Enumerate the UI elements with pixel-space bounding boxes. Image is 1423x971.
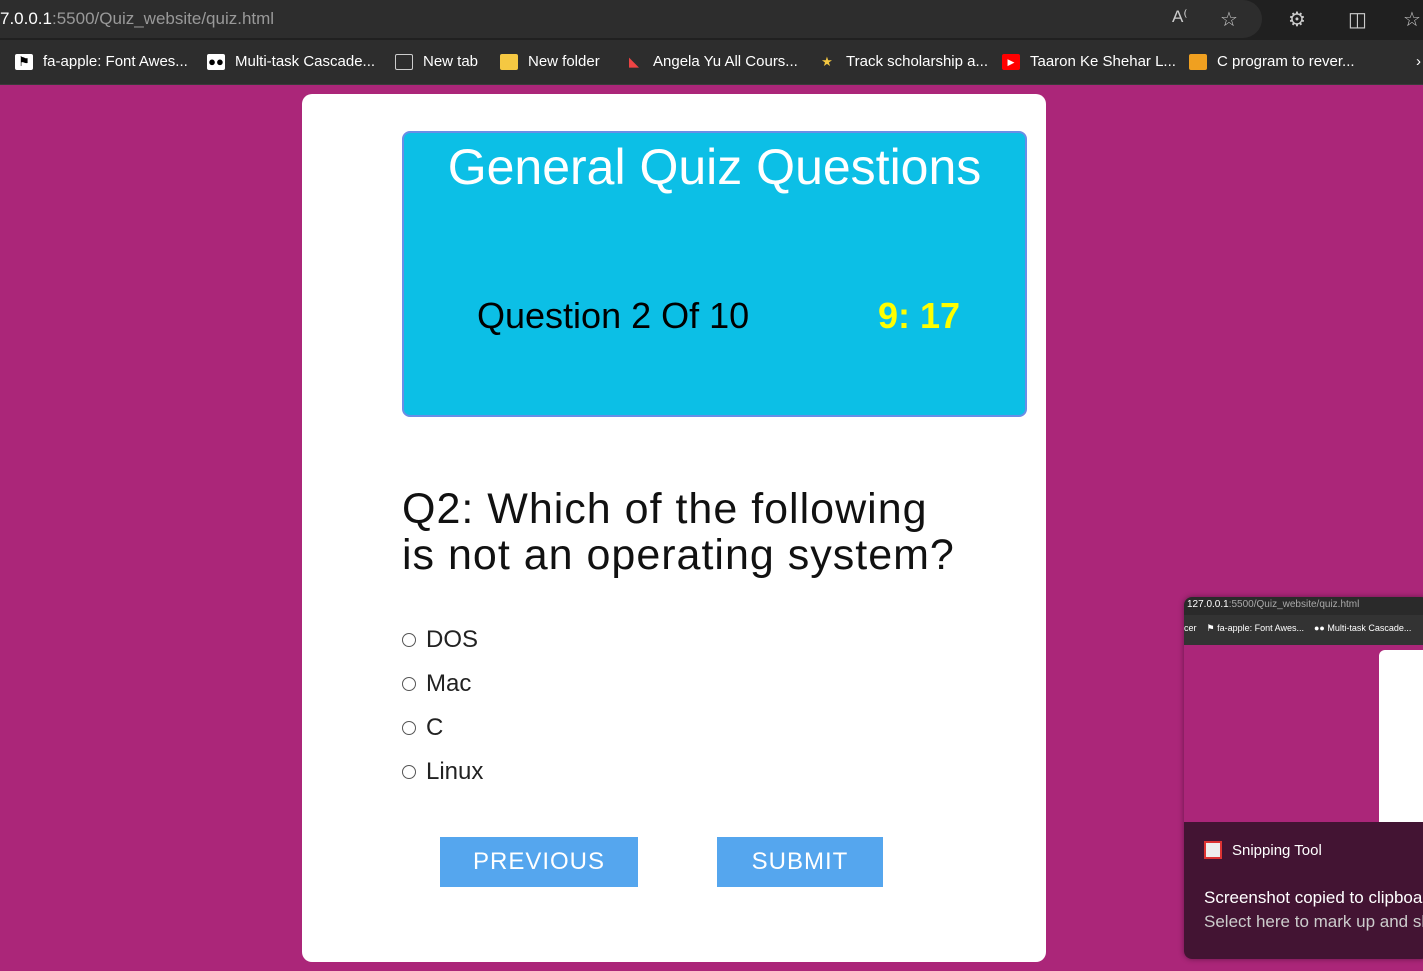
bookmarks-bar: ⚑ fa-apple: Font Awes... ●● Multi-task Cas… xyxy=(0,40,1423,85)
toast-hint: Select here to mark up and share xyxy=(1204,912,1423,931)
bookmark-item[interactable]: ▶ Taaron Ke Shehar L... xyxy=(1002,53,1176,70)
flag-icon: ⚑ xyxy=(15,53,33,70)
quiz-title: General Quiz Questions xyxy=(447,139,982,195)
previous-button[interactable]: PREVIOUS xyxy=(440,837,638,887)
favorite-star-icon[interactable]: ☆ xyxy=(1220,7,1238,32)
youtube-icon: ▶ xyxy=(1002,53,1020,70)
quiz-header: General Quiz Questions Question 2 Of 10 … xyxy=(402,131,1027,417)
address-bar[interactable]: 7.0.0.1:5500/Quiz_website/quiz.html xyxy=(0,0,1262,38)
question-text: Q2: Which of the following is not an ope… xyxy=(402,485,955,579)
preview-card xyxy=(1379,650,1423,825)
bookmark-item[interactable]: ⚑ fa-apple: Font Awes... xyxy=(15,53,188,70)
option-dos[interactable]: DOS xyxy=(402,626,478,654)
java-cup-icon xyxy=(1189,53,1207,70)
medium-icon: ●● xyxy=(207,53,225,70)
url-text[interactable]: 7.0.0.1:5500/Quiz_website/quiz.html xyxy=(0,9,274,29)
app-name: Snipping Tool xyxy=(1232,841,1322,859)
udemy-icon: ◣ xyxy=(629,53,639,69)
radio-button[interactable] xyxy=(402,765,416,779)
toast[interactable]: Snipping Tool Screenshot copied to clipb… xyxy=(1184,822,1423,959)
bookmark-item[interactable]: ★ Track scholarship a... xyxy=(818,53,988,70)
option-c[interactable]: C xyxy=(402,714,443,742)
timer: 9: 17 xyxy=(878,295,961,336)
toast-message: Screenshot copied to clipboard xyxy=(1204,888,1423,907)
chevron-right-icon[interactable]: › xyxy=(1416,53,1421,70)
favorites-icon[interactable]: ☆ xyxy=(1403,7,1421,32)
scholarship-icon: ★ xyxy=(821,53,833,69)
read-aloud-icon[interactable]: A⁽ xyxy=(1172,7,1188,27)
bookmark-item[interactable]: New folder xyxy=(500,53,600,70)
submit-button[interactable]: SUBMIT xyxy=(717,837,883,887)
bookmark-item[interactable]: ◣ Angela Yu All Cours... xyxy=(625,53,798,70)
quiz-card: General Quiz Questions Question 2 Of 10 … xyxy=(302,94,1046,962)
split-screen-icon[interactable]: ◫ xyxy=(1348,7,1367,32)
bookmark-item[interactable]: ●● Multi-task Cascade... xyxy=(207,53,375,70)
preview-bookmarks: cer ⚑ fa-apple: Font Awes... ●● Multi-ta… xyxy=(1184,615,1423,645)
preview-url: 127.0.0.1:5500/Quiz_website/quiz.html xyxy=(1184,597,1423,615)
snipping-notification[interactable]: 127.0.0.1:5500/Quiz_website/quiz.html ce… xyxy=(1184,597,1423,959)
radio-button[interactable] xyxy=(402,677,416,691)
option-linux[interactable]: Linux xyxy=(402,758,483,786)
folder-icon xyxy=(500,53,518,70)
snipping-tool-icon xyxy=(1204,841,1222,859)
extensions-icon[interactable]: ⚙ xyxy=(1288,7,1306,32)
option-mac[interactable]: Mac xyxy=(402,670,471,698)
bookmark-item[interactable]: New tab xyxy=(395,53,478,70)
radio-button[interactable] xyxy=(402,633,416,647)
radio-button[interactable] xyxy=(402,721,416,735)
bookmark-item[interactable]: C program to rever... xyxy=(1189,53,1355,70)
new-tab-icon xyxy=(395,53,413,70)
question-counter: Question 2 Of 10 xyxy=(477,295,750,336)
browser-toolbar: 7.0.0.1:5500/Quiz_website/quiz.html A⁽ ☆… xyxy=(0,0,1423,40)
